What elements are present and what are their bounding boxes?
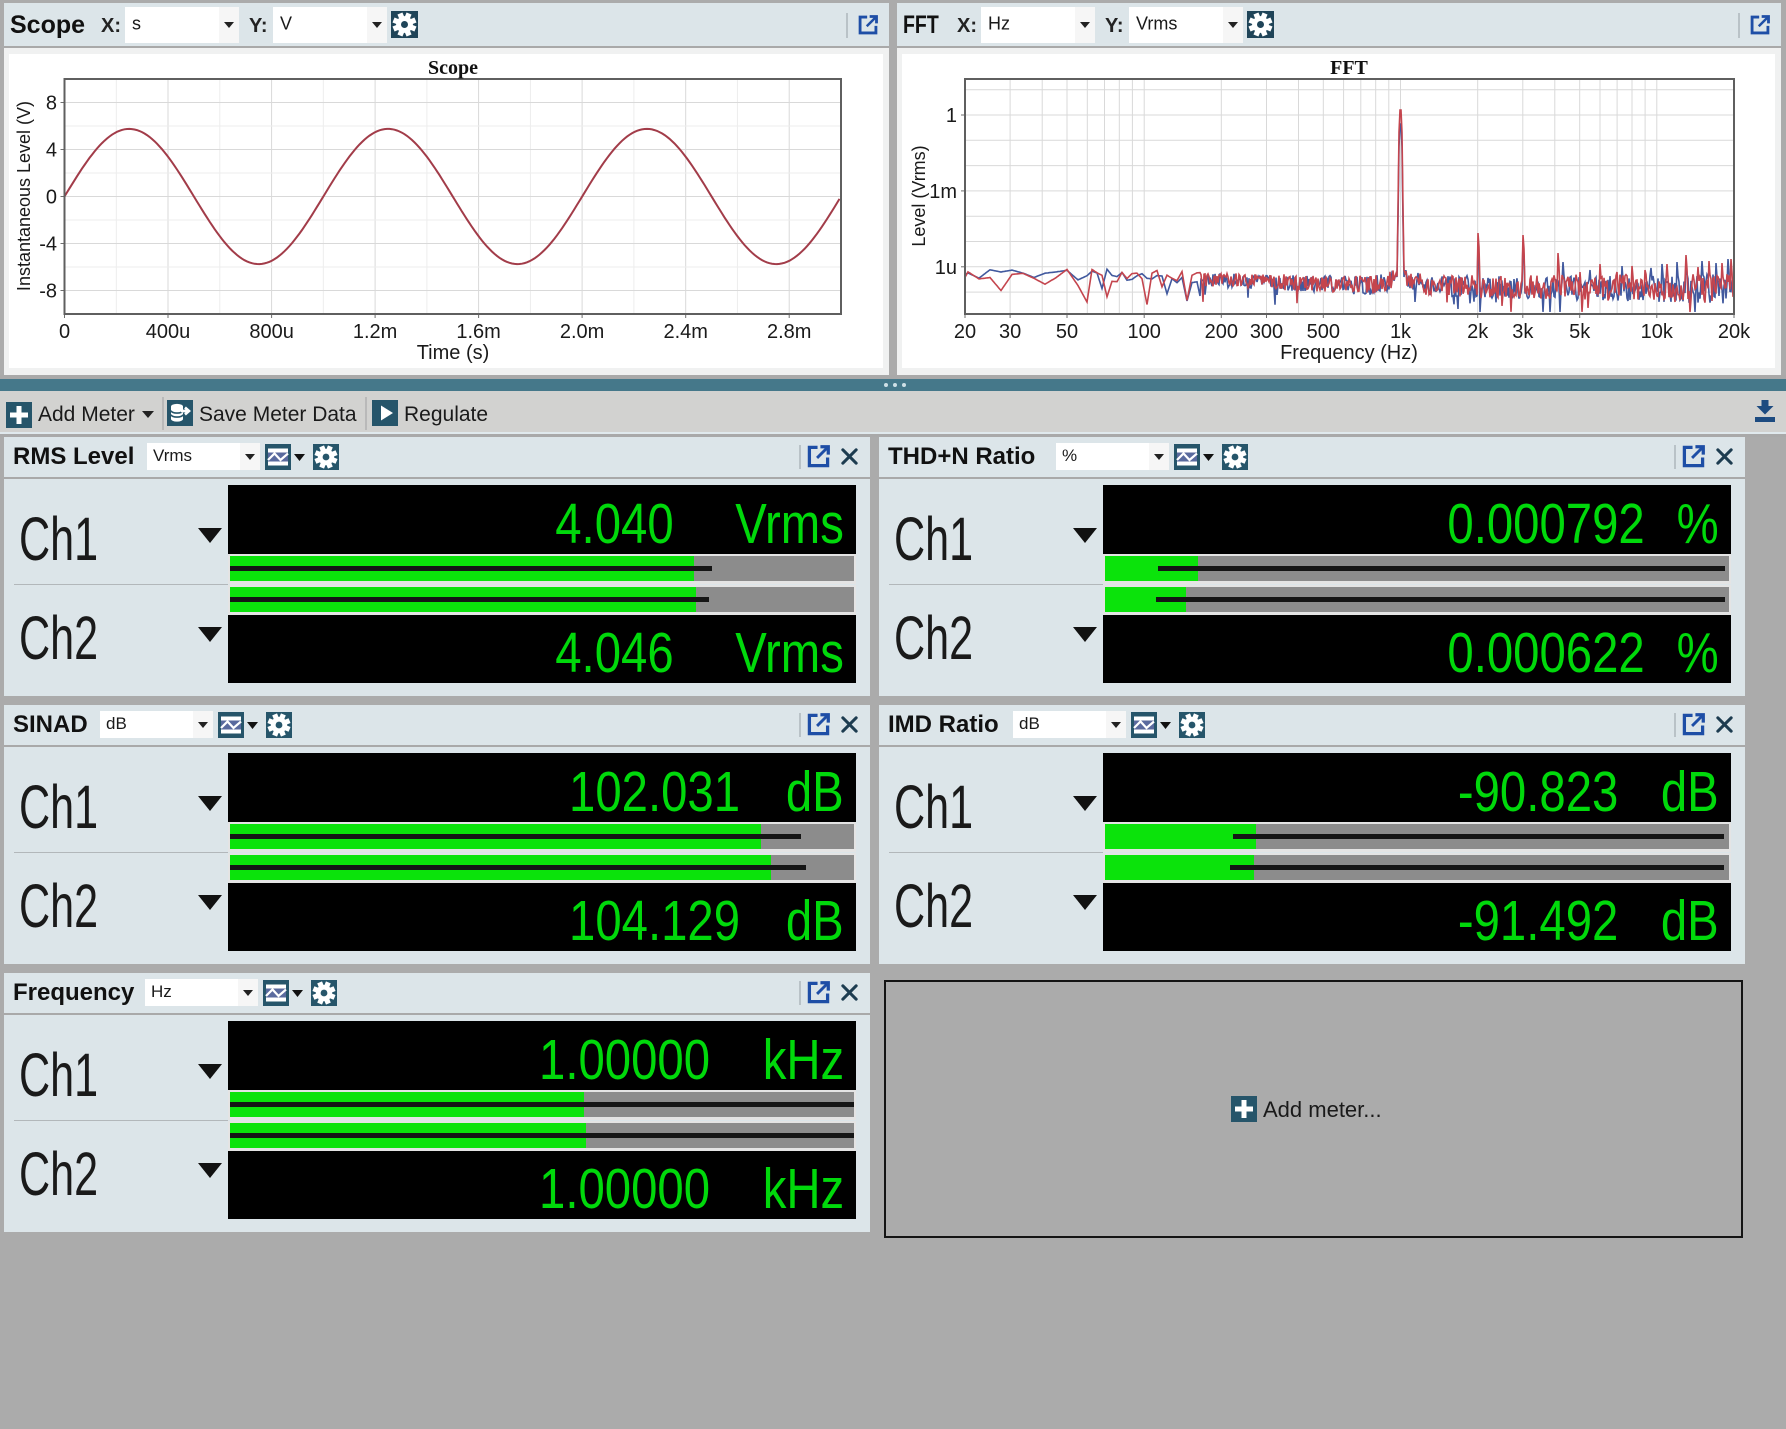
svg-text:2.0m: 2.0m: [560, 321, 604, 343]
svg-text:20: 20: [954, 321, 976, 343]
svg-text:8: 8: [46, 93, 57, 115]
svg-text:1k: 1k: [1390, 321, 1412, 343]
svg-text:1: 1: [946, 105, 957, 127]
svg-text:2k: 2k: [1467, 321, 1489, 343]
svg-text:0: 0: [46, 187, 57, 209]
svg-text:-8: -8: [39, 281, 57, 303]
svg-text:Frequency (Hz): Frequency (Hz): [1280, 342, 1418, 364]
svg-text:400u: 400u: [146, 321, 191, 343]
svg-text:1m: 1m: [929, 181, 957, 203]
svg-text:300: 300: [1250, 321, 1283, 343]
svg-text:3k: 3k: [1512, 321, 1534, 343]
svg-text:30: 30: [999, 321, 1021, 343]
svg-text:500: 500: [1307, 321, 1340, 343]
svg-text:2.8m: 2.8m: [767, 321, 811, 343]
svg-text:50: 50: [1056, 321, 1078, 343]
svg-text:2.4m: 2.4m: [663, 321, 707, 343]
svg-text:10k: 10k: [1641, 321, 1674, 343]
svg-text:Scope: Scope: [428, 57, 478, 79]
svg-text:100: 100: [1128, 321, 1161, 343]
svg-text:Instantaneous Level (V): Instantaneous Level (V): [14, 101, 34, 291]
svg-text:1.6m: 1.6m: [456, 321, 500, 343]
svg-text:1u: 1u: [935, 257, 957, 279]
svg-text:-4: -4: [39, 234, 57, 256]
svg-text:Level (Vrms): Level (Vrms): [909, 145, 929, 246]
svg-text:20k: 20k: [1718, 321, 1751, 343]
svg-text:1.2m: 1.2m: [353, 321, 397, 343]
svg-text:Time (s): Time (s): [417, 342, 490, 364]
svg-text:4: 4: [46, 140, 57, 162]
svg-text:FFT: FFT: [1330, 57, 1368, 79]
svg-text:200: 200: [1205, 321, 1238, 343]
svg-text:5k: 5k: [1569, 321, 1591, 343]
svg-text:800u: 800u: [249, 321, 294, 343]
svg-text:0: 0: [59, 321, 70, 343]
